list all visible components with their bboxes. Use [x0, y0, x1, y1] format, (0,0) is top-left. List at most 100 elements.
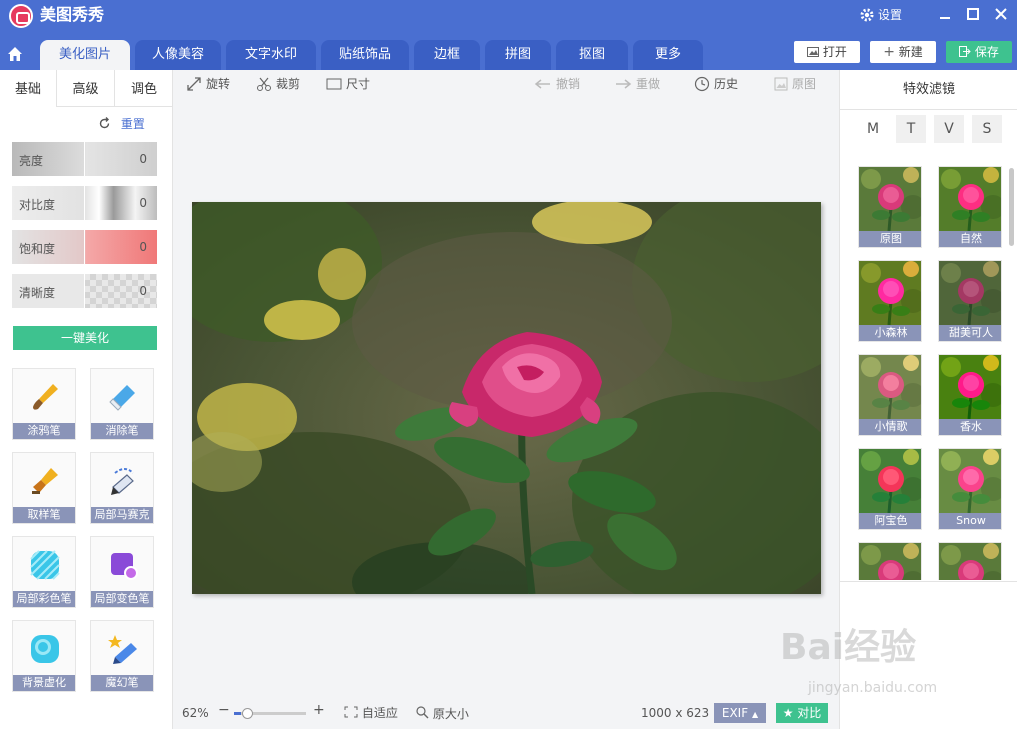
filter-original[interactable]: 原图 — [858, 166, 922, 248]
close-button[interactable] — [990, 4, 1012, 26]
saturation-slider[interactable]: 饱和度 0 — [12, 230, 157, 264]
filter-label: Snow — [939, 513, 1001, 529]
tab-color[interactable]: 调色 — [114, 70, 173, 106]
tab-stickers[interactable]: 贴纸饰品 — [321, 40, 409, 70]
close-icon — [995, 8, 1007, 20]
zoom-in-button[interactable]: + — [313, 703, 325, 717]
redo-icon — [616, 79, 632, 89]
settings-label: 设置 — [878, 8, 903, 22]
filter-scrollbar[interactable] — [1009, 168, 1014, 246]
tab-text-watermark[interactable]: 文字水印 — [226, 40, 316, 70]
exif-label: EXIF — [721, 706, 749, 720]
redo-label: 重做 — [636, 77, 661, 91]
tool-recolor-pen[interactable]: 局部变色笔 — [90, 536, 154, 608]
compare-button[interactable]: ★ 对比 — [776, 703, 828, 723]
crop-button[interactable]: 裁剪 — [256, 76, 300, 92]
compare-label: 对比 — [797, 706, 822, 720]
contrast-label: 对比度 — [19, 198, 56, 212]
filter-thumbnail — [939, 449, 1002, 513]
tab-advanced[interactable]: 高级 — [56, 70, 114, 106]
tool-label: 局部彩色笔 — [13, 591, 75, 607]
edited-photo — [192, 202, 821, 594]
brightness-slider[interactable]: 亮度 0 — [12, 142, 157, 176]
filter-next[interactable] — [858, 542, 922, 580]
filter-love-song[interactable]: 小情歌 — [858, 354, 922, 436]
actual-size-label: 原大小 — [432, 707, 469, 721]
reset-button[interactable]: 重置 — [98, 116, 145, 132]
tool-label: 取样笔 — [13, 507, 75, 523]
tab-collage[interactable]: 拼图 — [485, 40, 551, 70]
fit-button[interactable]: 自适应 — [344, 706, 398, 720]
slider-handle — [84, 230, 85, 264]
actual-size-button[interactable]: 原大小 — [416, 706, 469, 721]
filter-category-m[interactable]: M — [858, 115, 888, 143]
filter-abao[interactable]: 阿宝色 — [858, 448, 922, 530]
filter-sweet[interactable]: 甜美可人 — [938, 260, 1002, 342]
redo-button[interactable]: 重做 — [614, 76, 660, 92]
original-button[interactable]: 原图 — [774, 76, 816, 92]
tool-sample-pen[interactable]: 取样笔 — [12, 452, 76, 524]
maximize-icon — [967, 8, 979, 20]
filter-snow[interactable]: Snow — [938, 448, 1002, 530]
tool-color-pen[interactable]: 局部彩色笔 — [12, 536, 76, 608]
size-button[interactable]: 尺寸 — [326, 76, 370, 92]
tool-mosaic-pen[interactable]: 局部马赛克 — [90, 452, 154, 524]
tab-frames[interactable]: 边框 — [414, 40, 480, 70]
eraser-icon — [109, 385, 135, 411]
filter-category-s[interactable]: S — [972, 115, 1002, 143]
new-button[interactable]: + 新建 — [870, 41, 936, 63]
export-icon — [959, 46, 971, 57]
tab-basic[interactable]: 基础 — [0, 70, 56, 106]
tool-eraser-pen[interactable]: 消除笔 — [90, 368, 154, 440]
open-button[interactable]: 打开 — [794, 41, 860, 63]
tab-more[interactable]: 更多 — [633, 40, 703, 70]
reset-icon — [99, 117, 110, 129]
maximize-button[interactable] — [962, 4, 984, 26]
tab-cutout[interactable]: 抠图 — [556, 40, 628, 70]
crop-label: 裁剪 — [276, 77, 301, 91]
settings-button[interactable]: 设置 — [860, 6, 902, 24]
undo-label: 撤销 — [556, 77, 581, 91]
app-logo-icon — [9, 4, 33, 28]
status-bar: 62% − + 自适应 原大小 1000 x 623 EXIF ▲ ★ 对比 — [174, 702, 839, 724]
one-key-beautify-button[interactable]: 一键美化 — [13, 326, 157, 350]
sharpness-value: 0 — [139, 284, 147, 298]
panel-divider — [840, 581, 1017, 582]
plus-icon: + — [883, 44, 895, 60]
tab-beautify[interactable]: 美化图片 — [40, 40, 130, 70]
sharpness-slider[interactable]: 清晰度 0 — [12, 274, 157, 308]
saturation-label: 饱和度 — [19, 242, 56, 256]
title-bar: 美图秀秀 设置 美化图片 人像美容 文字水印 贴纸饰品 边框 拼图 抠图 更多 … — [0, 0, 1017, 70]
tab-portrait[interactable]: 人像美容 — [135, 40, 221, 70]
filter-thumbnail — [859, 261, 922, 325]
zoom-slider[interactable] — [234, 708, 306, 719]
tool-blur-background[interactable]: 背景虚化 — [12, 620, 76, 692]
contrast-slider[interactable]: 对比度 0 — [12, 186, 157, 220]
tab-underline — [56, 106, 173, 107]
minimize-button[interactable] — [934, 4, 956, 26]
home-icon — [8, 47, 22, 61]
tool-doodle-pen[interactable]: 涂鸦笔 — [12, 368, 76, 440]
resize-icon — [326, 78, 342, 90]
mosaic-pen-icon — [111, 468, 134, 495]
tool-magic-pen[interactable]: 魔幻笔 — [90, 620, 154, 692]
filter-little-forest[interactable]: 小森林 — [858, 260, 922, 342]
save-button[interactable]: 保存 — [946, 41, 1012, 63]
zoom-slider-knob[interactable] — [242, 708, 254, 719]
history-button[interactable]: 历史 — [694, 76, 738, 92]
filter-perfume[interactable]: 香水 — [938, 354, 1002, 436]
undo-button[interactable]: 撤销 — [534, 76, 580, 92]
undo-icon — [534, 79, 550, 89]
save-label: 保存 — [974, 45, 999, 59]
zoom-out-button[interactable]: − — [218, 703, 230, 717]
rotate-button[interactable]: 旋转 — [186, 76, 230, 92]
sharpness-label: 清晰度 — [19, 286, 56, 300]
filter-thumbnail — [939, 167, 1002, 231]
home-button[interactable] — [0, 38, 30, 70]
filter-natural[interactable]: 自然 — [938, 166, 1002, 248]
filter-category-t[interactable]: T — [896, 115, 926, 143]
exif-button[interactable]: EXIF ▲ — [714, 703, 766, 723]
filter-next[interactable] — [938, 542, 1002, 580]
filter-category-v[interactable]: V — [934, 115, 964, 143]
filter-label: 阿宝色 — [859, 513, 921, 529]
